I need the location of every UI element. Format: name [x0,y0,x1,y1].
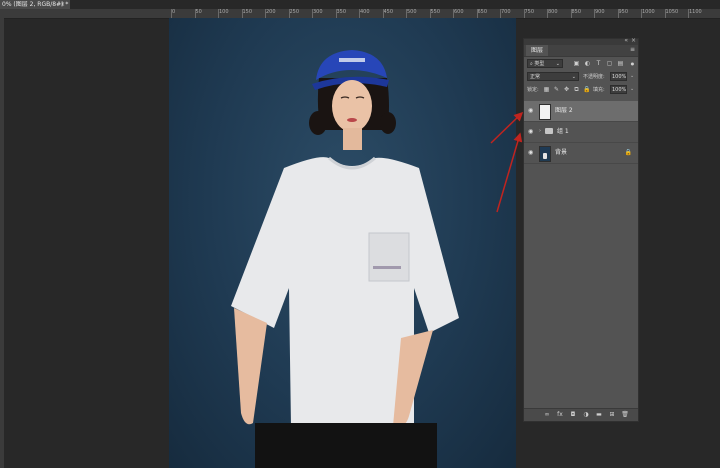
filter-kind-select[interactable]: ⌕ 类型 ⌄ [527,59,563,68]
opacity-label: 不透明度: [583,74,605,80]
delete-layer-icon[interactable]: 🗑 [621,411,629,419]
ruler-tick-label: 100 [218,9,229,18]
layer-row-layer-2[interactable]: ◉ 图层 2 [524,101,638,122]
layers-bottom-toolbar: ∞ fx ◘ ◑ ▬ ⊞ 🗑 [524,408,638,421]
visibility-eye-icon[interactable]: ◉ [528,150,533,156]
filter-toggle-icon[interactable]: ● [629,60,636,67]
type-filter-icon[interactable]: T [595,60,602,67]
image-filter-icon[interactable]: ▣ [573,60,580,67]
visibility-eye-icon[interactable]: ◉ [528,129,533,135]
expand-group-chevron-icon[interactable]: › [539,128,541,134]
ruler-tick-label: 50 [194,9,202,18]
visibility-eye-icon[interactable]: ◉ [528,108,533,114]
blend-mode-select[interactable]: 正常 ⌄ [527,72,579,81]
panel-tab-bar: 图层 ≡ [524,45,638,57]
ruler-tick-label: 1050 [664,9,679,18]
ruler-tick-label: 250 [288,9,300,18]
filter-search-icon: ⌕ [530,61,533,67]
folder-icon [545,128,553,134]
shape-filter-icon[interactable]: ▢ [606,60,613,67]
layer-name: 背景 [555,149,568,156]
ruler-tick-label: 1100 [688,9,702,18]
ruler-tick-label: 300 [312,9,323,18]
ruler-tick-label: 650 [476,9,488,18]
ruler-tick-label: 750 [523,9,535,18]
ruler-tick-label: 200 [265,9,276,18]
chevron-down-icon: ⌄ [555,61,560,67]
blend-row: 正常 ⌄ 不透明度: 100% ⌄ [527,71,635,83]
ruler-tick-label: 600 [453,9,464,18]
ruler-tick-label: 550 [429,9,441,18]
ruler-tick-label: 900 [594,9,605,18]
tab-layers[interactable]: 图层 [526,45,549,56]
layer-name: 图层 2 [555,107,573,114]
document-tab-title: 0% (图层 2, RGB/8#) * [2,1,69,8]
lock-icon[interactable]: 🔒 [625,149,632,156]
layer-thumbnail [539,104,551,120]
chevron-down-icon: ⌄ [571,74,576,80]
canvas[interactable] [169,18,516,468]
smart-object-filter-icon[interactable]: ▤ [617,60,624,67]
layers-list: ◉ 图层 2 ◉ › 组 1 ◉ 背景 🔒 [524,101,638,164]
lock-label: 锁定: [527,87,539,93]
fill-input[interactable]: 100% [610,85,627,94]
layers-panel: « × 图层 ≡ ⌕ 类型 ⌄ ▣ ◐ T ▢ ▤ ● 正常 ⌄ 不透明度: 1… [523,37,639,422]
lock-transparent-pixels-icon[interactable]: ▦ [543,86,550,93]
ruler-tick-label: 350 [335,9,347,18]
ruler-tick-label: 1000 [641,9,655,18]
ruler-tick-label: 850 [570,9,582,18]
layer-row-background[interactable]: ◉ 背景 🔒 [524,143,638,164]
vertical-ruler[interactable] [0,18,4,468]
blend-mode-value: 正常 [530,74,541,80]
layer-name: 组 1 [557,128,569,135]
layer-thumbnail [539,146,551,162]
collapse-panel-icon[interactable]: « [624,37,628,44]
photo-model-image [231,50,459,468]
ruler-tick-label: 800 [547,9,558,18]
filter-kind-label: 类型 [534,61,545,67]
ruler-tick-label: 400 [359,9,370,18]
panel-menu-icon[interactable]: ≡ [630,46,635,53]
link-layers-icon[interactable]: ∞ [543,411,551,419]
lock-artboard-icon[interactable]: ⧉ [573,86,580,93]
adjustment-layer-icon[interactable]: ◑ [582,411,590,419]
add-mask-icon[interactable]: ◘ [569,411,577,419]
close-panel-icon[interactable]: × [631,37,636,44]
fill-slider-icon[interactable]: ⌄ [630,86,634,92]
ruler-tick-label: 500 [406,9,417,18]
ruler-tick-label: 700 [500,9,511,18]
ruler-tick-label: 150 [241,9,253,18]
ruler-tick-label: 0 [170,9,176,18]
opacity-slider-icon[interactable]: ⌄ [630,73,634,79]
fill-label: 填充: [593,87,605,93]
new-group-icon[interactable]: ▬ [595,411,603,419]
tab-close-icon[interactable]: × [60,0,65,9]
lock-row: 锁定: ▦ ✎ ✥ ⧉ 🔒 填充: 100% ⌄ [527,84,635,96]
lock-position-icon[interactable]: ✥ [563,86,570,93]
adjustment-filter-icon[interactable]: ◐ [584,60,591,67]
lock-all-icon[interactable]: 🔒 [583,86,590,93]
ruler-tick-label: 450 [382,9,394,18]
fx-icon[interactable]: fx [556,411,564,419]
opacity-input[interactable]: 100% [610,72,627,81]
new-layer-icon[interactable]: ⊞ [608,411,616,419]
layer-filter-row: ⌕ 类型 ⌄ ▣ ◐ T ▢ ▤ ● [527,58,635,70]
lock-image-pixels-icon[interactable]: ✎ [553,86,560,93]
ruler-tick-label: 950 [617,9,629,18]
layer-row-group-1[interactable]: ◉ › 组 1 [524,122,638,143]
